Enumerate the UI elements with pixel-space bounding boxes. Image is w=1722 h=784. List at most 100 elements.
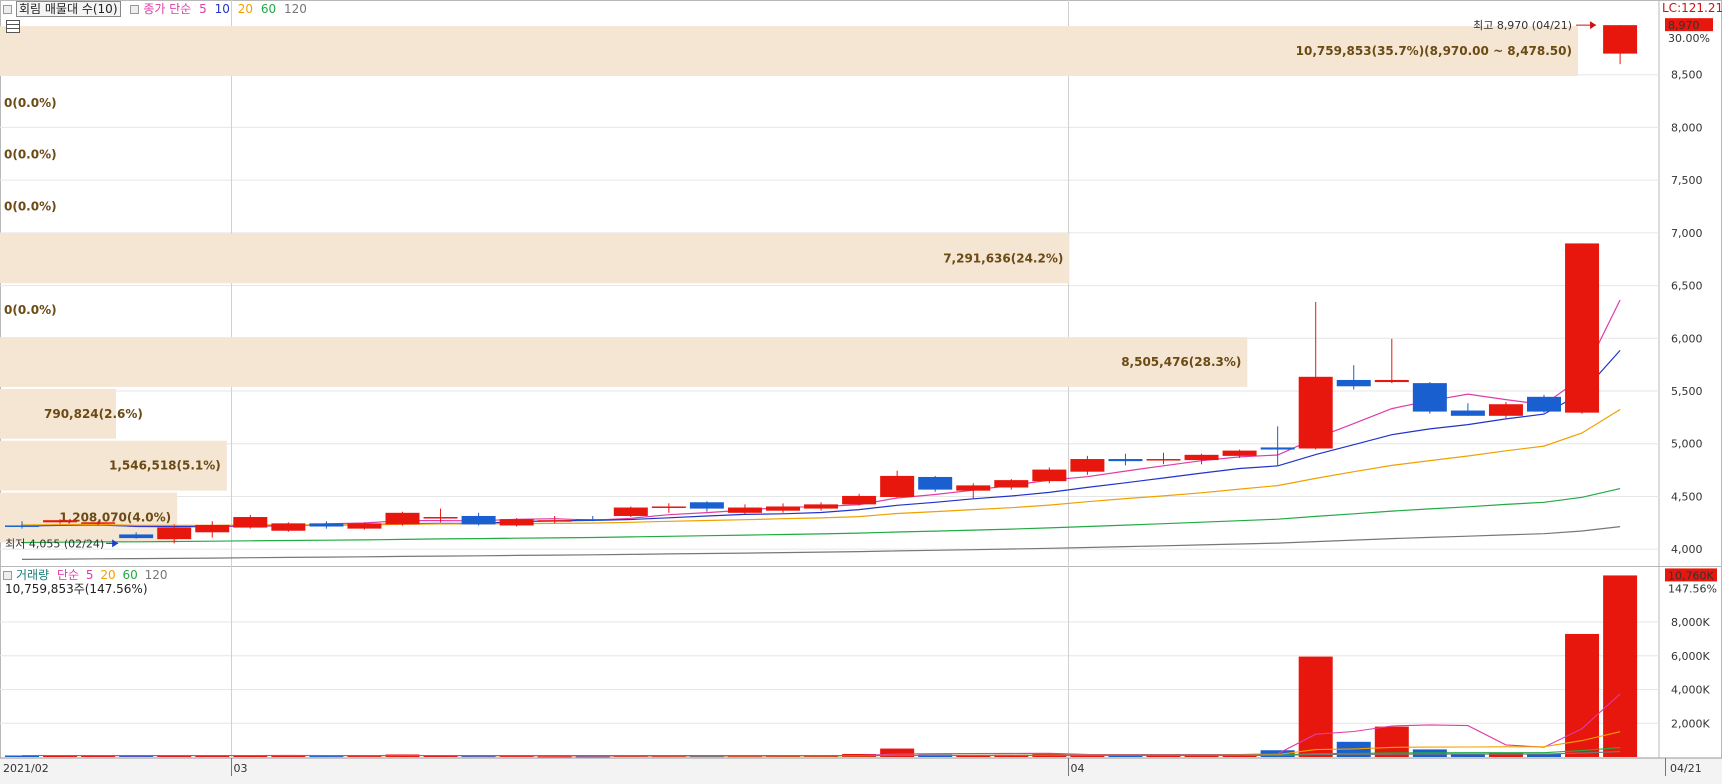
x-axis-bar	[0, 758, 1722, 784]
candle-body	[1070, 459, 1105, 472]
volume-tick-label: 2,000K	[1671, 717, 1710, 730]
stock-chart: 8,500 8,000 7,500 7,000 6,500 6,000 5,500 5,000…	[0, 0, 1722, 784]
volume-profile-bar	[0, 337, 1248, 387]
price-tick-label: 6,500	[1671, 280, 1703, 293]
volume-profile-label: 1,546,518(5.1%)	[109, 459, 221, 473]
volume-ma-60: 60	[122, 568, 138, 582]
volume-bar	[1565, 633, 1600, 757]
candle-body	[727, 507, 762, 513]
volume-profile-label: 790,824(2.6%)	[44, 407, 143, 421]
volume-bar	[1603, 575, 1638, 757]
volume-bar	[537, 756, 572, 758]
price-tick-label: 8,000	[1671, 121, 1703, 134]
volume-bar	[1298, 656, 1333, 757]
price-tick-label: 6,000	[1671, 332, 1703, 345]
candle-body	[956, 485, 991, 491]
candle-body	[119, 534, 154, 539]
price-tick-label: 7,000	[1671, 227, 1703, 240]
volume-bar	[309, 756, 344, 758]
ma-period-5: 5	[199, 2, 207, 16]
candle-body	[880, 475, 915, 497]
candle-body	[5, 525, 39, 527]
price-tick-label: 5,000	[1671, 438, 1703, 451]
volume-current-text: 10,759,853주(147.56%)	[5, 582, 148, 596]
candle-body	[842, 495, 877, 505]
candle-body	[1222, 450, 1257, 456]
volume-toggle-icon[interactable]	[3, 571, 12, 580]
volume-profile-label: 0(0.0%)	[4, 96, 57, 110]
candle-body	[347, 523, 382, 529]
candle-body	[1374, 379, 1409, 383]
high-price-label: 최고 8,970 (04/21)	[1473, 19, 1572, 32]
candle-body	[1260, 447, 1295, 450]
price-tick-label: 4,000	[1671, 543, 1703, 556]
volume-legend-name[interactable]: 거래량	[16, 568, 49, 582]
ma-period-60: 60	[260, 2, 277, 16]
volume-profile-label: 0(0.0%)	[4, 303, 57, 317]
volume-profile-bar	[0, 233, 1070, 284]
candle-body	[994, 480, 1029, 488]
candle-body	[918, 476, 953, 490]
legend-toggle-icon[interactable]	[3, 5, 12, 14]
candle-body	[157, 527, 192, 540]
current-volume-pct: 147.56%	[1668, 582, 1717, 595]
candle-body	[651, 506, 686, 508]
x-tick-label: 03	[234, 762, 248, 775]
ma-label[interactable]: 종가 단순	[143, 2, 191, 16]
candle-body	[575, 519, 610, 521]
volume-profile-label: 7,291,636(24.2%)	[943, 251, 1063, 265]
candle-body	[423, 517, 458, 519]
candle-body	[195, 524, 230, 533]
low-price-label: 최저 4,055 (02/24)	[5, 537, 104, 550]
ma-period-10: 10	[214, 2, 230, 16]
current-price-value: 8,970	[1668, 19, 1700, 32]
volume-profile-label: 10,759,853(35.7%)(8,970.00 ~ 8,478.50)	[1296, 44, 1572, 58]
candle-body	[1603, 25, 1638, 54]
x-tick-label: 04	[1071, 762, 1085, 775]
price-tick-label: 5,500	[1671, 385, 1703, 398]
candle-body	[1108, 459, 1143, 462]
x-last-date-label: 04/21	[1670, 762, 1702, 775]
price-tick-label: 8,500	[1671, 69, 1703, 82]
price-legend: 회림 매물대 수(10) 종가 단순 5 10 20 60 120	[3, 1, 307, 17]
volume-ma-5: 5	[85, 568, 94, 582]
candle-body	[499, 519, 534, 526]
change-pct-value: 30.00%	[1668, 32, 1710, 45]
volume-profile-label[interactable]: 회림 매물대 수(10)	[16, 1, 121, 17]
volume-bar	[1488, 752, 1523, 757]
candle-body	[766, 506, 800, 511]
ma-period-120: 120	[283, 2, 307, 16]
volume-ma-label[interactable]: 단순	[57, 568, 79, 582]
candle-body	[1184, 454, 1219, 461]
candle-body	[1450, 410, 1485, 416]
volume-ma-120: 120	[144, 568, 168, 582]
candle-body	[271, 523, 306, 531]
candle-body	[1336, 379, 1371, 387]
candle-body	[1412, 383, 1447, 412]
candle-body	[804, 504, 839, 509]
candle-body	[461, 515, 496, 525]
candle-body	[537, 520, 572, 522]
candle-body	[1032, 469, 1067, 482]
candle-body	[1298, 376, 1333, 449]
volume-tick-label: 8,000K	[1671, 616, 1710, 629]
candle-body	[385, 512, 420, 525]
volume-legend: 거래량 단순 5 20 60 120	[3, 568, 167, 583]
volume-panel-frame	[0, 566, 1722, 759]
volume-profile-label: 8,505,476(28.3%)	[1121, 355, 1241, 369]
price-panel-frame	[0, 0, 1722, 567]
volume-profile-label: 0(0.0%)	[4, 148, 57, 162]
table-icon[interactable]	[6, 20, 20, 35]
current-volume-value: 10,760K	[1668, 569, 1714, 582]
ma-toggle-icon[interactable]	[130, 5, 140, 14]
x-tick-label: 2021/02	[3, 762, 49, 775]
volume-ma-20: 20	[100, 568, 116, 582]
lc-label: LC:121.21	[1662, 1, 1722, 15]
volume-tick-label: 4,000K	[1671, 684, 1710, 697]
candle-body	[1146, 459, 1181, 461]
candle-body	[309, 523, 344, 527]
volume-tick-label: 6,000K	[1671, 650, 1710, 663]
candle-body	[81, 522, 116, 524]
candle-body	[1488, 404, 1523, 416]
volume-profile-label: 1,208,070(4.0%)	[59, 510, 171, 524]
